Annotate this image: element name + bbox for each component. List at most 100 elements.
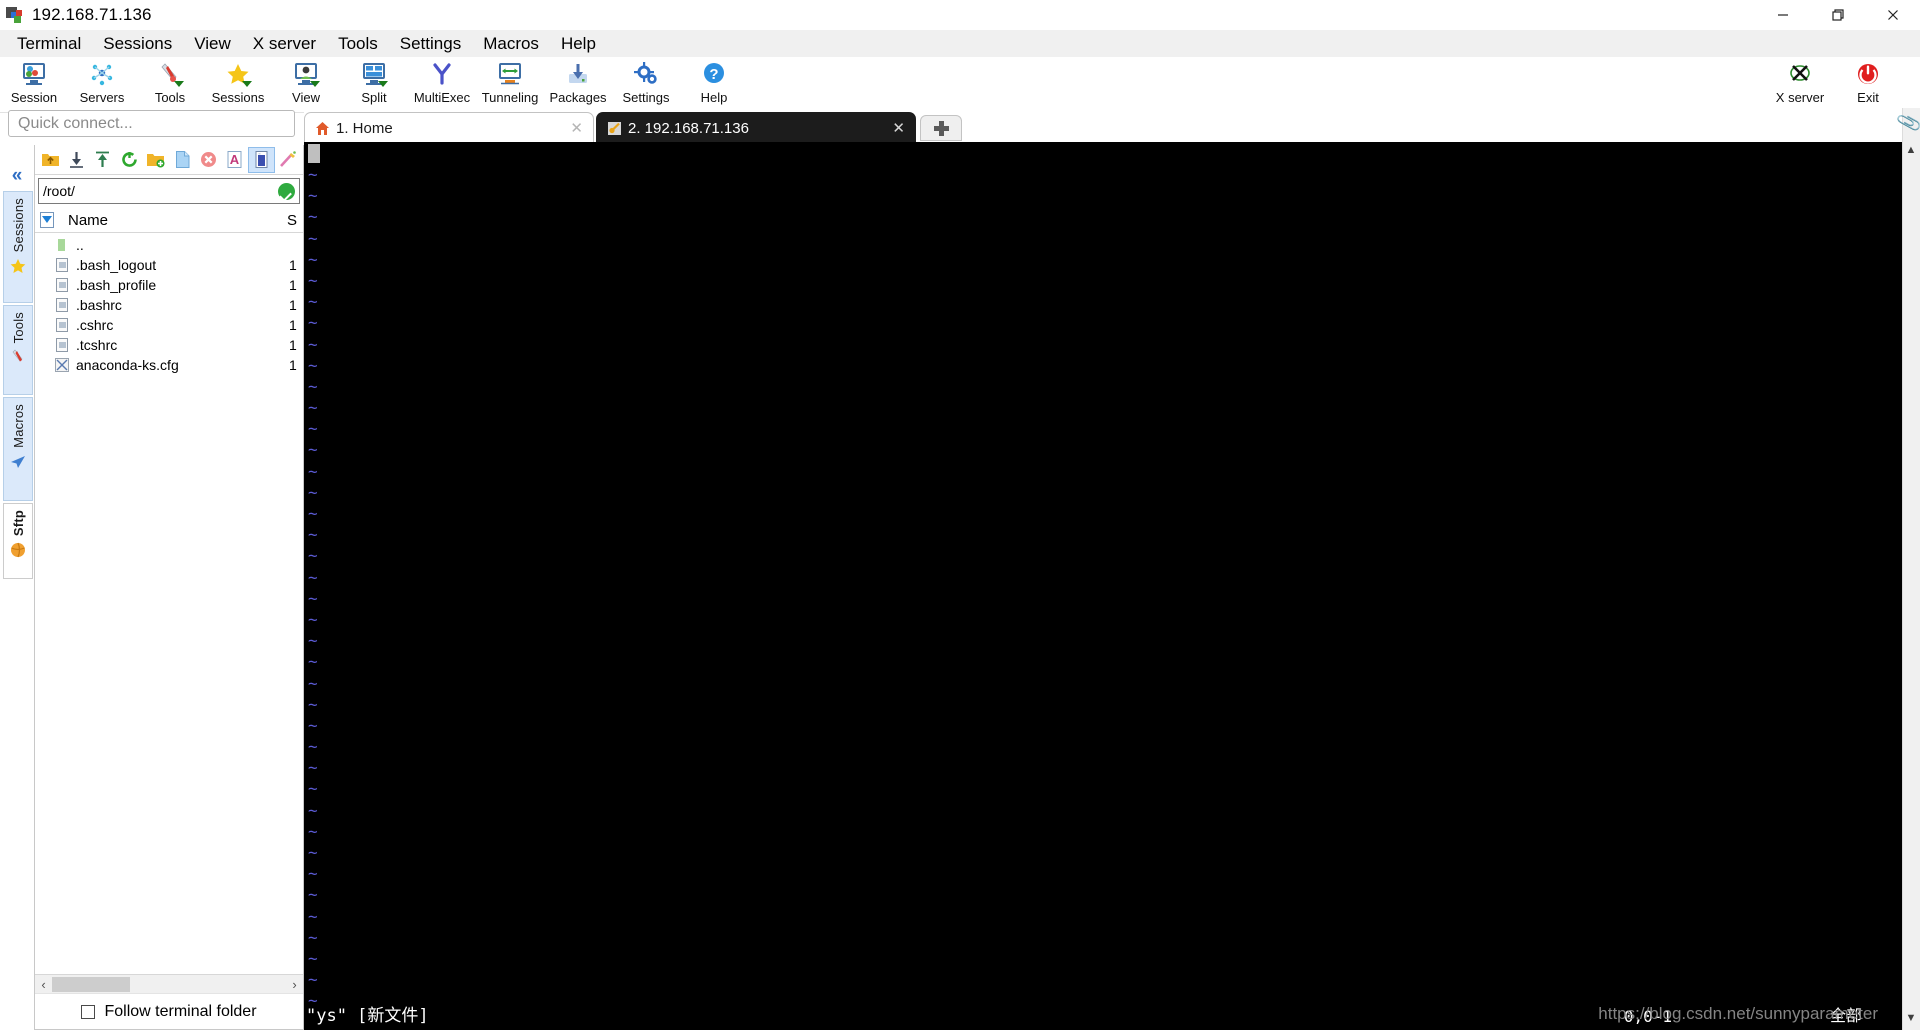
chevron-left-icon[interactable]: ‹: [35, 976, 52, 993]
vim-tilde: ~: [308, 440, 318, 460]
vim-tilde: ~: [308, 694, 318, 714]
double-chevron-left-icon[interactable]: «: [6, 165, 28, 187]
sftp-download-button[interactable]: [63, 147, 89, 173]
plus-icon: [933, 120, 949, 136]
menu-view[interactable]: View: [183, 32, 242, 56]
file-name: .bash_profile: [76, 277, 157, 293]
quick-connect-input[interactable]: Quick connect...: [8, 110, 295, 137]
tab-session-192-168-71-136[interactable]: 2. 192.168.71.136 ✕: [596, 112, 916, 143]
sftp-horizontal-scrollbar[interactable]: ‹ ›: [35, 974, 303, 993]
vim-tilde: ~: [308, 673, 318, 693]
follow-terminal-folder-label: Follow terminal folder: [104, 1002, 257, 1020]
sidebar-label-sessions: Sessions: [10, 198, 26, 253]
ssh-key-icon: [607, 121, 622, 136]
globe-icon: [9, 541, 27, 559]
sidebar-item-tools[interactable]: Tools: [3, 305, 33, 395]
sftp-upload-button[interactable]: [90, 147, 116, 173]
sftp-edit-button[interactable]: [275, 147, 301, 173]
upload-icon: [93, 150, 112, 169]
chevron-up-icon[interactable]: ▲: [1903, 142, 1919, 158]
multiexec-icon: [428, 60, 456, 88]
terminal-pane[interactable]: ~ ~ ~ ~ ~ ~ ~ ~ ~ ~ ~ ~ ~ ~ ~ ~ ~ ~ ~ ~ ~ ~ ~ ~ ~ ~ ~ ~ ~ ~ ~ ~ ~ ~ ~ ~ ~ ~ ~ ~…: [304, 142, 1902, 1030]
ribbon-button-exit[interactable]: Exit: [1834, 57, 1902, 112]
sftp-path-input[interactable]: /root/: [38, 178, 300, 204]
tab-close-session[interactable]: ✕: [874, 119, 905, 137]
config-file-icon: [55, 357, 70, 373]
ribbon-button-view[interactable]: View: [272, 57, 340, 112]
session-icon: [20, 60, 48, 88]
vim-tilde: ~: [308, 249, 318, 269]
ribbon-label-servers: Servers: [79, 90, 125, 105]
scroll-thumb[interactable]: [52, 976, 130, 992]
ribbon-button-multiexec[interactable]: MultiExec: [408, 57, 476, 112]
vim-tilde: ~: [308, 376, 318, 396]
list-item[interactable]: .bash_profile 1: [35, 275, 303, 295]
close-button[interactable]: [1865, 0, 1920, 30]
window-title: 192.168.71.136: [32, 5, 152, 24]
ribbon-button-settings[interactable]: Settings: [612, 57, 680, 112]
ribbon-label-tools: Tools: [154, 90, 186, 105]
vim-tilde: ~: [308, 779, 318, 799]
file-icon: [55, 277, 70, 293]
menu-tools[interactable]: Tools: [327, 32, 389, 56]
sftp-new-file-button[interactable]: [169, 147, 195, 173]
new-tab-button[interactable]: [920, 115, 962, 141]
chevron-down-icon[interactable]: ▼: [1903, 1010, 1919, 1026]
menu-settings[interactable]: Settings: [389, 32, 472, 56]
menu-help[interactable]: Help: [550, 32, 607, 56]
ribbon-label-help: Help: [700, 90, 728, 105]
follow-terminal-folder-checkbox[interactable]: [81, 1004, 96, 1019]
menu-x-server[interactable]: X server: [242, 32, 327, 56]
list-item[interactable]: .bashrc 1: [35, 295, 303, 315]
right-scroll-panel[interactable]: [1902, 108, 1920, 1030]
list-item[interactable]: .tcshrc 1: [35, 335, 303, 355]
ribbon-button-help[interactable]: ? Help: [680, 57, 748, 112]
list-item[interactable]: ..: [35, 235, 303, 255]
list-item[interactable]: anaconda-ks.cfg 1: [35, 355, 303, 375]
folder-up-icon: [41, 150, 60, 169]
vim-tilde: ~: [308, 525, 318, 545]
ribbon-button-tools[interactable]: Tools: [136, 57, 204, 112]
ribbon-label-split: Split: [361, 90, 387, 105]
chevron-right-icon[interactable]: ›: [286, 976, 303, 993]
sidebar-item-macros[interactable]: Macros: [3, 397, 33, 501]
ribbon-button-tunneling[interactable]: Tunneling: [476, 57, 544, 112]
tab-close-home[interactable]: ✕: [552, 119, 583, 137]
sftp-refresh-button[interactable]: [116, 147, 142, 173]
sftp-parent-folder-button[interactable]: [37, 147, 63, 173]
ribbon-button-packages[interactable]: Packages: [544, 57, 612, 112]
sort-descending-icon[interactable]: [39, 211, 56, 229]
sftp-text-mode-button[interactable]: A: [222, 147, 248, 173]
maximize-button[interactable]: [1810, 0, 1865, 30]
sftp-delete-button[interactable]: [195, 147, 221, 173]
menu-terminal[interactable]: Terminal: [6, 32, 92, 56]
tab-home[interactable]: 1. Home ✕: [304, 112, 594, 143]
sidebar-item-sessions[interactable]: Sessions: [3, 191, 33, 303]
ribbon-button-x-server[interactable]: X server: [1766, 57, 1834, 112]
ribbon-button-sessions[interactable]: Sessions: [204, 57, 272, 112]
vim-tilde: ~: [308, 207, 318, 227]
menu-sessions[interactable]: Sessions: [92, 32, 183, 56]
follow-terminal-folder-row[interactable]: Follow terminal folder: [35, 993, 303, 1029]
sidebar-item-sftp[interactable]: Sftp: [3, 503, 33, 579]
sftp-new-folder-button[interactable]: [143, 147, 169, 173]
vim-tilde: ~: [308, 334, 318, 354]
scroll-track[interactable]: [52, 976, 286, 993]
sftp-binary-mode-button[interactable]: [248, 146, 275, 173]
minimize-button[interactable]: [1755, 0, 1810, 30]
split-icon: [360, 60, 388, 88]
ribbon-button-servers[interactable]: Servers: [68, 57, 136, 112]
ribbon-button-split[interactable]: Split: [340, 57, 408, 112]
vim-tilde: ~: [308, 948, 318, 968]
close-icon: [1887, 10, 1898, 20]
terminal-cursor: [308, 144, 320, 163]
menu-macros[interactable]: Macros: [472, 32, 550, 56]
vim-empty-line-markers: ~ ~ ~ ~ ~ ~ ~ ~ ~ ~ ~ ~ ~ ~ ~ ~ ~ ~ ~ ~ ~ ~ ~ ~ ~ ~ ~ ~ ~ ~ ~ ~ ~ ~ ~ ~ ~ ~ ~ ~: [308, 164, 318, 1012]
title-bar: 192.168.71.136: [0, 0, 1920, 30]
list-item[interactable]: .bash_logout 1: [35, 255, 303, 275]
list-item[interactable]: .cshrc 1: [35, 315, 303, 335]
column-header-size[interactable]: S: [287, 212, 303, 229]
vim-tilde: ~: [308, 906, 318, 926]
ribbon-button-session[interactable]: Session: [0, 57, 68, 112]
column-header-name[interactable]: Name: [68, 212, 287, 229]
